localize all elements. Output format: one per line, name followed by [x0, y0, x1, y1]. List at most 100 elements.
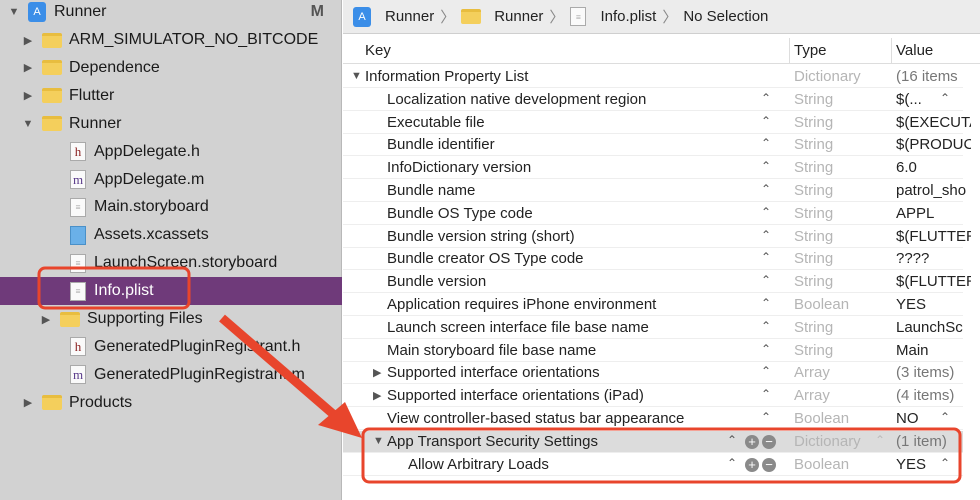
plist-row[interactable]: Application requires iPhone environment ⌃… — [343, 294, 963, 316]
plist-value[interactable]: $(FLUTTER — [896, 228, 971, 245]
plist-row[interactable]: Bundle creator OS Type code ⌃ String???? — [343, 248, 963, 271]
plist-key[interactable]: Allow Arbitrary Loads — [408, 456, 549, 473]
plist-key[interactable]: Main storyboard file base name — [387, 342, 596, 359]
plist-key[interactable]: Bundle version string (short) — [387, 228, 575, 245]
add-row-icon[interactable]: + — [745, 434, 759, 449]
plist-value[interactable]: patrol_sho — [896, 182, 971, 199]
breadcrumb-item[interactable]: Runner — [494, 8, 543, 25]
sidebar-item-root[interactable]: ▼ A Runner M — [0, 0, 342, 26]
plist-row[interactable]: Allow Arbitrary Loads ⌃ + − Boolean YES ⌃ — [343, 454, 963, 476]
sidebar-item[interactable]: ▶ ARM_SIMULATOR_NO_BITCODE — [0, 26, 342, 54]
plist-row[interactable]: ▶ Supported interface orientations ⌃ Array(… — [343, 362, 963, 385]
breadcrumb-item[interactable]: Info.plist — [600, 8, 656, 25]
key-stepper-icon[interactable]: ⌃ — [761, 159, 771, 173]
disclosure-collapsed-icon[interactable]: ▶ — [40, 313, 52, 326]
plist-type[interactable]: String — [794, 319, 833, 336]
sidebar-item[interactable]: m GeneratedPluginRegistrant.m — [0, 361, 342, 389]
column-value[interactable]: Value — [891, 38, 933, 64]
key-stepper-icon[interactable]: ⌃ — [761, 182, 771, 196]
disclosure-expanded-icon[interactable]: ▼ — [373, 435, 384, 447]
sidebar-item[interactable]: ▶ Products — [0, 389, 342, 417]
plist-type[interactable]: String — [794, 91, 833, 108]
plist-row[interactable]: Main storyboard file base name ⌃ String Mai… — [343, 340, 963, 362]
plist-type[interactable]: String — [794, 159, 833, 176]
plist-key[interactable]: Bundle OS Type code — [387, 205, 533, 222]
key-stepper-icon[interactable]: ⌃ — [761, 364, 771, 378]
plist-type[interactable]: String — [794, 228, 833, 245]
disclosure-expanded-icon[interactable]: ▼ — [22, 118, 34, 130]
plist-value[interactable]: $(FLUTTER — [896, 273, 971, 290]
plist-row[interactable]: Bundle name ⌃ String patrol_sho — [343, 180, 966, 202]
plist-row[interactable]: Bundle identifier ⌃ String $(PRODUCT_BUNDLE… — [343, 134, 971, 157]
plist-type[interactable]: Boolean — [794, 410, 849, 427]
column-type[interactable]: Type — [789, 38, 827, 64]
plist-value[interactable]: (4 items) — [896, 387, 971, 404]
sidebar-item[interactable]: ≡ Main.storyboard — [0, 193, 342, 221]
plist-value[interactable]: NO — [896, 410, 971, 427]
plist-value[interactable]: ???? — [896, 250, 971, 267]
plist-value[interactable]: LaunchSc — [896, 319, 971, 336]
plist-key[interactable]: Application requires iPhone environment — [387, 296, 656, 313]
plist-type[interactable]: String — [794, 250, 833, 267]
plist-row[interactable]: Bundle OS Type code ⌃ String APPL — [343, 203, 963, 225]
key-stepper-icon[interactable]: ⌃ — [727, 456, 737, 470]
plist-type[interactable]: String — [794, 342, 833, 359]
disclosure-expanded-icon[interactable]: ▼ — [8, 6, 20, 18]
plist-value[interactable]: (16 items — [896, 68, 971, 85]
key-stepper-icon[interactable]: ⌃ — [761, 296, 771, 310]
sidebar-item[interactable]: Assets.xcassets — [0, 221, 342, 249]
plist-value[interactable]: (3 items) — [896, 364, 971, 381]
plist-type[interactable]: Dictionary — [794, 68, 861, 85]
plist-row[interactable]: View controller-based status bar appeara… — [343, 408, 963, 430]
key-stepper-icon[interactable]: ⌃ — [727, 433, 737, 447]
type-stepper-icon[interactable]: ⌃ — [875, 433, 885, 447]
plist-type[interactable]: Boolean — [794, 456, 849, 473]
plist-row[interactable]: InfoDictionary version ⌃ String 6.0 — [343, 157, 963, 180]
plist-type[interactable]: String — [794, 114, 833, 131]
plist-row[interactable]: Bundle version string (short) ⌃ String $(FL… — [343, 226, 971, 248]
plist-key[interactable]: Supported interface orientations (iPad) — [387, 387, 644, 404]
sidebar-item[interactable]: ▶ Supporting Files — [0, 305, 342, 333]
key-stepper-icon[interactable]: ⌃ — [761, 410, 771, 424]
value-stepper-icon[interactable]: ⌃ — [940, 410, 950, 424]
plist-row[interactable]: ▼ App Transport Security Settings ⌃ + − Dicti… — [343, 430, 963, 453]
plist-key[interactable]: InfoDictionary version — [387, 159, 531, 176]
plist-value[interactable]: YES — [896, 456, 971, 473]
disclosure-collapsed-icon[interactable]: ▶ — [373, 389, 381, 402]
key-stepper-icon[interactable]: ⌃ — [761, 387, 771, 401]
plist-key[interactable]: Localization native development region — [387, 91, 646, 108]
plist-key[interactable]: Bundle name — [387, 182, 475, 199]
plist-type[interactable]: Array — [794, 364, 830, 381]
plist-value[interactable]: (1 item) — [896, 433, 971, 450]
sidebar-item[interactable]: ≡ Info.plist — [0, 277, 342, 306]
plist-key[interactable]: Supported interface orientations — [387, 364, 600, 381]
plist-type[interactable]: String — [794, 205, 833, 222]
plist-value[interactable]: Main — [896, 342, 971, 359]
plist-type[interactable]: Dictionary — [794, 433, 861, 450]
disclosure-collapsed-icon[interactable]: ▶ — [22, 89, 34, 102]
sidebar-item[interactable]: ≡ LaunchScreen.storyboard — [0, 249, 342, 277]
add-row-icon[interactable]: + — [745, 457, 759, 472]
disclosure-collapsed-icon[interactable]: ▶ — [22, 34, 34, 47]
plist-value[interactable]: $(PRODUCT_BUNDLE_IDENTIFIER) — [896, 136, 971, 153]
plist-type[interactable]: String — [794, 273, 833, 290]
key-stepper-icon[interactable]: ⌃ — [761, 250, 771, 264]
plist-key[interactable]: Bundle version — [387, 273, 486, 290]
plist-row[interactable]: Executable file ⌃ String $(EXECUTABLE_NAME) — [343, 112, 971, 134]
remove-row-icon[interactable]: − — [762, 457, 776, 472]
plist-type[interactable]: Array — [794, 387, 830, 404]
plist-value[interactable]: $(... — [896, 91, 971, 108]
column-key[interactable]: Key — [365, 42, 391, 59]
key-stepper-icon[interactable]: ⌃ — [761, 273, 771, 287]
disclosure-collapsed-icon[interactable]: ▶ — [373, 366, 381, 379]
breadcrumb-item[interactable]: No Selection — [683, 8, 768, 25]
plist-type[interactable]: String — [794, 136, 833, 153]
plist-type[interactable]: Boolean — [794, 296, 849, 313]
plist-value[interactable]: YES — [896, 296, 971, 313]
plist-value[interactable]: APPL — [896, 205, 971, 222]
plist-value[interactable]: $(EXECUTABLE_NAME) — [896, 114, 971, 131]
plist-key[interactable]: Bundle creator OS Type code — [387, 250, 584, 267]
key-stepper-icon[interactable]: ⌃ — [761, 91, 771, 105]
plist-value[interactable]: 6.0 — [896, 159, 971, 176]
plist-type[interactable]: String — [794, 182, 833, 199]
